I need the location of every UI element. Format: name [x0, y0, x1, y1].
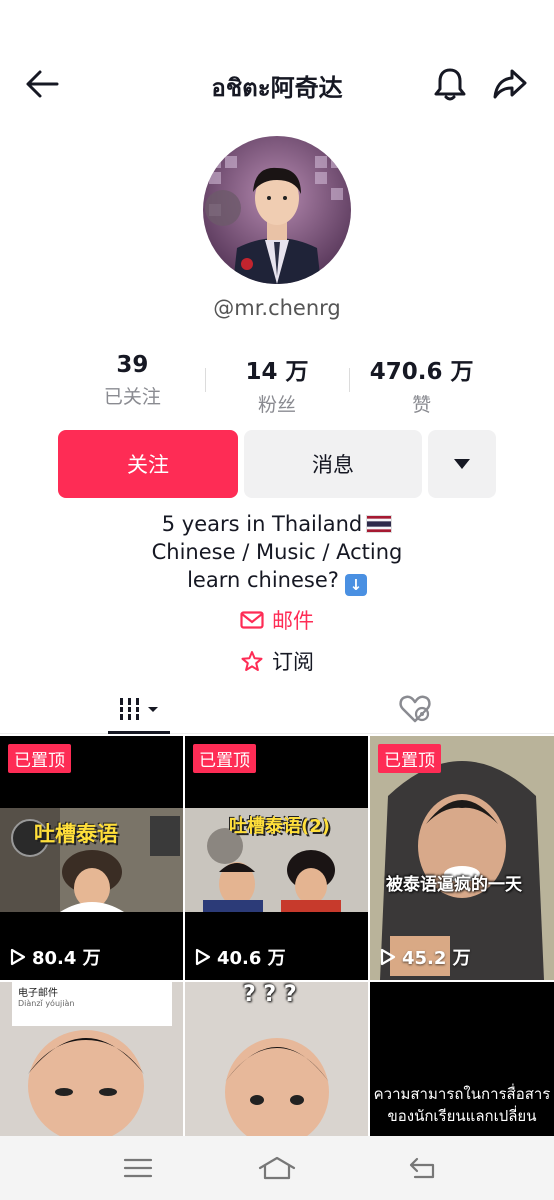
caret-down-icon — [148, 707, 158, 712]
video-thumbnail[interactable]: ? ? ? — [185, 982, 368, 1136]
username: @mr.chenrg — [213, 296, 341, 320]
active-tab-indicator — [108, 731, 170, 734]
bio-line: 5 years in Thailand — [0, 510, 554, 538]
video-caption-line2: ของนักเรียนแลกเปลี่ยน — [387, 1107, 537, 1125]
following-stat[interactable]: 39 已关注 — [60, 352, 205, 412]
system-nav-bar — [0, 1136, 554, 1200]
home-icon[interactable] — [257, 1148, 297, 1188]
video-grid: 已置顶 吐槽泰语 80.4 万 已置顶 吐槽泰语(2) 40.6 万 已置顶 被… — [0, 736, 554, 1136]
likes-stat[interactable]: 470.6 万 赞 — [349, 352, 494, 416]
followers-stat[interactable]: 14 万 粉丝 — [204, 352, 350, 416]
profile-actions: 关注 消息 — [58, 430, 496, 498]
video-caption: ? ? ? — [243, 982, 297, 1007]
dictionary-popup: 电子邮件 Diànzǐ yóujiàn — [12, 982, 172, 1026]
followers-count: 14 万 — [245, 359, 309, 385]
pinned-badge: 已置顶 — [378, 744, 441, 773]
likes-count: 470.6 万 — [369, 359, 474, 385]
email-link[interactable]: 邮件 — [0, 605, 554, 635]
video-thumbnail[interactable]: 已置顶 吐槽泰语 80.4 万 — [0, 736, 183, 980]
message-button[interactable]: 消息 — [244, 430, 422, 498]
video-caption: 吐槽泰语 — [34, 822, 118, 846]
avatar[interactable] — [203, 136, 351, 284]
profile-header: อชิตะ阿奇达 — [0, 50, 554, 116]
bio-text-1: 5 years in Thailand — [161, 512, 363, 536]
view-count: 40.6 万 — [195, 944, 286, 970]
system-back-icon[interactable] — [402, 1148, 442, 1188]
bio-text-3: learn chinese? — [187, 568, 339, 592]
hidden-heart-icon — [399, 695, 431, 723]
bio-text-2: Chinese / Music / Acting — [151, 540, 403, 564]
subscribe-star-icon — [241, 651, 263, 671]
play-icon — [195, 948, 211, 966]
view-count-text: 80.4 万 — [32, 948, 101, 969]
subscribe-label: 订阅 — [272, 650, 314, 674]
down-arrow-emoji-icon: ↓ — [344, 574, 367, 596]
likes-label: 赞 — [412, 394, 432, 416]
video-caption: 被泰语逼疯的一天 — [386, 875, 522, 895]
view-count: 80.4 万 — [10, 944, 101, 970]
view-count: 45.2 万 — [380, 944, 471, 970]
profile-stats: 39 已关注 14 万 粉丝 470.6 万 赞 — [60, 352, 494, 416]
mail-icon — [240, 611, 264, 629]
view-count-text: 40.6 万 — [217, 948, 286, 969]
video-thumbnail[interactable]: 电子邮件 Diànzǐ yóujiàn — [0, 982, 183, 1136]
email-label: 邮件 — [272, 609, 314, 633]
dict-pinyin: Diànzǐ yóujiàn — [18, 999, 75, 1008]
tab-liked-private[interactable] — [380, 684, 450, 734]
pinned-badge: 已置顶 — [193, 744, 256, 773]
bio-line: learn chinese? ↓ — [0, 566, 554, 596]
more-options-button[interactable] — [428, 430, 496, 498]
play-icon — [380, 948, 396, 966]
video-caption: 吐槽泰语(2) — [229, 816, 330, 837]
tab-videos[interactable] — [108, 684, 170, 734]
page-title: อชิตะ阿奇达 — [211, 74, 343, 102]
grid-icon — [118, 698, 141, 720]
pinned-badge: 已置顶 — [8, 744, 71, 773]
following-label: 已关注 — [103, 386, 161, 408]
dict-title: 电子邮件 — [18, 988, 58, 999]
following-count: 39 — [116, 352, 149, 378]
video-thumbnail[interactable]: 已置顶 吐槽泰语(2) 40.6 万 — [185, 736, 368, 980]
thailand-flag-icon — [366, 515, 393, 533]
caret-down-icon — [454, 459, 470, 469]
recent-apps-icon[interactable] — [118, 1148, 158, 1188]
bell-icon[interactable] — [430, 64, 470, 104]
followers-label: 粉丝 — [258, 394, 297, 416]
back-arrow-icon[interactable] — [22, 64, 62, 104]
play-icon — [10, 948, 26, 966]
subscribe-link[interactable]: 订阅 — [0, 646, 554, 676]
follow-button[interactable]: 关注 — [58, 430, 238, 498]
video-thumbnail[interactable]: 已置顶 被泰语逼疯的一天 45.2 万 — [370, 736, 554, 980]
video-thumbnail[interactable]: ความสามารถในการสื่อสาร ของนักเรียนแลกเปล… — [370, 982, 554, 1136]
profile-bio: 5 years in Thailand Chinese / Music / Ac… — [0, 510, 554, 596]
video-caption-line1: ความสามารถในการสื่อสาร — [373, 1085, 551, 1103]
view-count-text: 45.2 万 — [402, 948, 471, 969]
share-icon[interactable] — [490, 64, 530, 104]
content-tabs — [0, 684, 554, 734]
